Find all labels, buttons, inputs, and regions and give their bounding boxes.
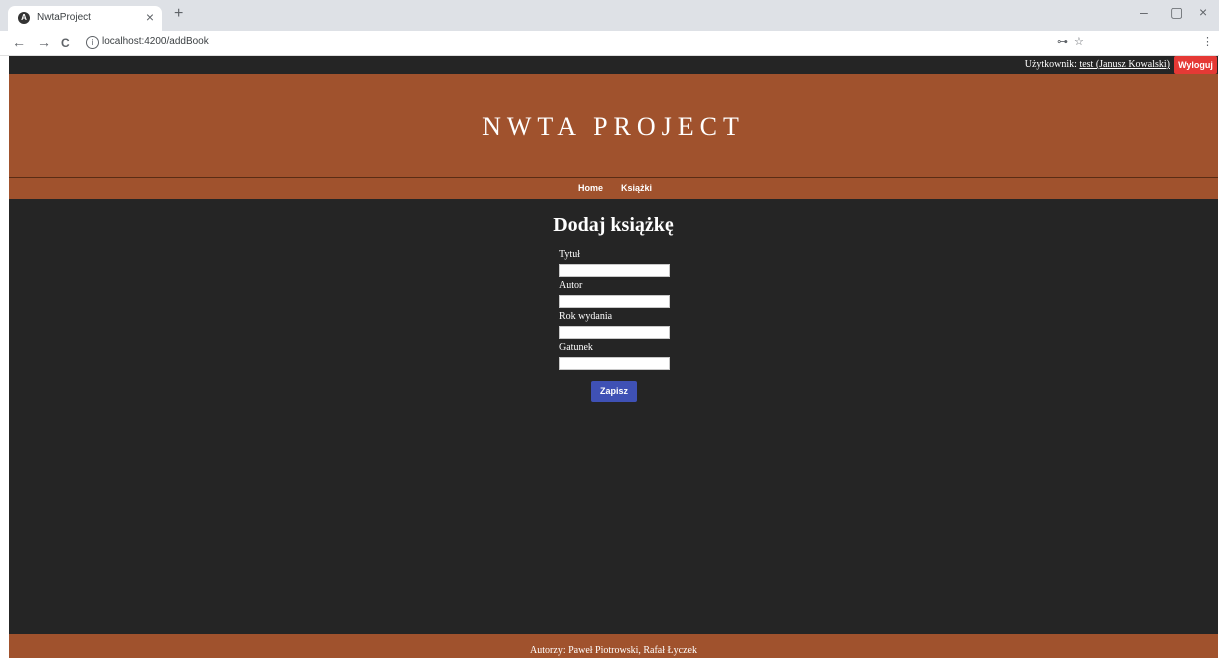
browser-tab[interactable]: A NwtaProject × <box>8 6 162 31</box>
title-input[interactable] <box>559 264 670 277</box>
tab-close-icon[interactable]: × <box>146 9 154 25</box>
tab-title: NwtaProject <box>37 12 91 23</box>
forward-arrow-icon[interactable]: → <box>37 34 51 50</box>
year-input[interactable] <box>559 326 670 339</box>
site-header: NWTA PROJECT <box>9 74 1218 178</box>
bookmark-star-icon[interactable]: ☆ <box>1074 35 1084 48</box>
nav-books-link[interactable]: Książki <box>621 183 652 193</box>
user-bar: Użytkownik: test (Janusz Kowalski) Wylog… <box>9 56 1218 74</box>
back-arrow-icon[interactable]: ← <box>12 34 26 50</box>
angular-icon: A <box>18 12 30 24</box>
site-footer: Autorzy: Paweł Piotrowski, Rafał Łyczek <box>9 634 1218 658</box>
key-icon[interactable]: ⊶ <box>1057 35 1068 48</box>
user-label: Użytkownik: <box>1024 59 1077 70</box>
genre-label: Gatunek <box>559 342 593 353</box>
title-label: Tytuł <box>559 249 580 260</box>
author-label: Autor <box>559 280 583 291</box>
author-input[interactable] <box>559 295 670 308</box>
window-close-icon[interactable]: × <box>1199 4 1207 20</box>
logout-button[interactable]: Wyloguj <box>1174 56 1217 74</box>
browser-tab-bar: A NwtaProject × + – ▢ × <box>0 0 1219 31</box>
new-tab-icon[interactable]: + <box>174 5 183 23</box>
nav-home-link[interactable]: Home <box>578 183 603 193</box>
main-nav: Home Książki <box>9 178 1218 199</box>
user-info: Użytkownik: test (Janusz Kowalski) <box>1025 59 1170 70</box>
page: Użytkownik: test (Janusz Kowalski) Wylog… <box>9 56 1218 658</box>
genre-input[interactable] <box>559 357 670 370</box>
minimize-icon[interactable]: – <box>1140 4 1148 20</box>
browser-menu-icon[interactable]: ⋮ <box>1202 35 1213 48</box>
save-button[interactable]: Zapisz <box>591 381 637 402</box>
info-icon[interactable]: i <box>86 36 99 49</box>
browser-toolbar: ← → C i localhost:4200/addBook ⊶ ☆ ⋮ <box>0 31 1219 56</box>
maximize-icon[interactable]: ▢ <box>1170 4 1183 21</box>
year-label: Rok wydania <box>559 311 613 322</box>
site-title: NWTA PROJECT <box>482 112 745 141</box>
reload-icon[interactable]: C <box>61 36 70 50</box>
footer-authors: Autorzy: Paweł Piotrowski, Rafał Łyczek <box>530 645 697 656</box>
username-link[interactable]: test (Janusz Kowalski) <box>1079 59 1170 70</box>
form-title: Dodaj książkę <box>553 214 674 236</box>
address-bar[interactable]: localhost:4200/addBook <box>102 36 209 47</box>
